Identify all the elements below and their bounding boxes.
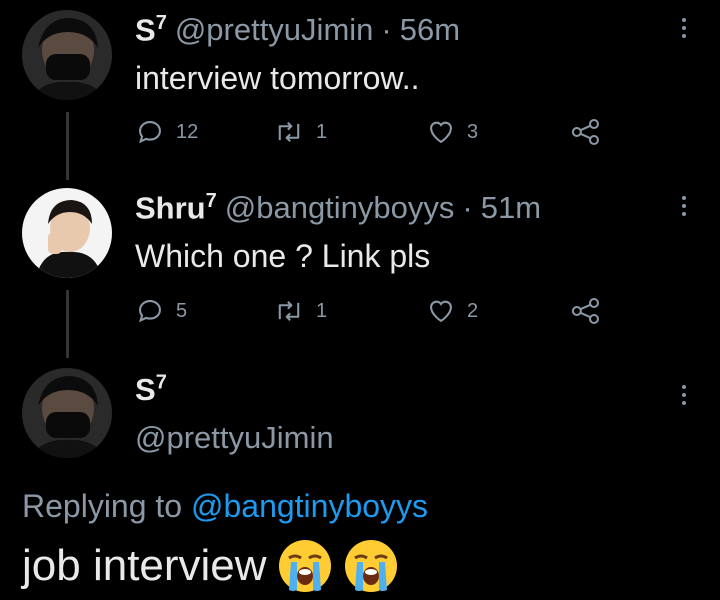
author-name[interactable]: S7	[135, 372, 167, 407]
separator-dot: ·	[381, 12, 392, 48]
avatar[interactable]	[22, 368, 112, 458]
retweet-count: 1	[316, 120, 328, 143]
author-name-text: Shru	[135, 190, 206, 226]
tweet-text: Which one ? Link pls	[135, 238, 431, 274]
like-button[interactable]: 2	[427, 297, 478, 325]
more-icon[interactable]	[682, 196, 688, 216]
focused-tweet-text: job interview	[22, 538, 399, 594]
thread-line	[66, 290, 69, 358]
replying-to-label: Replying to	[22, 488, 183, 524]
like-icon	[430, 121, 452, 144]
like-count: 2	[467, 299, 479, 322]
reply-count: 12	[176, 120, 199, 143]
retweet-icon	[278, 301, 300, 321]
retweet-button[interactable]: 1	[274, 118, 327, 146]
share-button[interactable]	[570, 297, 602, 325]
reply-icon	[139, 300, 161, 323]
author-name-superscript: 7	[155, 372, 167, 394]
author-handle[interactable]: @prettyuJimin	[175, 12, 374, 48]
avatar-image	[22, 10, 112, 100]
focused-text: job interview	[22, 541, 267, 590]
author-handle[interactable]: @prettyuJimin	[135, 420, 334, 456]
timestamp[interactable]: 56m	[400, 12, 460, 48]
avatar[interactable]	[22, 10, 112, 100]
retweet-count: 1	[316, 299, 328, 322]
author-name-text: S	[135, 372, 156, 408]
timestamp[interactable]: 51m	[481, 190, 541, 226]
author-handle[interactable]: @bangtinyboyys	[225, 190, 455, 226]
reply-button[interactable]: 5	[136, 297, 187, 325]
author-name-superscript: 7	[155, 12, 167, 34]
separator-dot: ·	[462, 190, 473, 226]
more-icon[interactable]	[682, 18, 688, 38]
retweet-icon	[278, 122, 300, 142]
replying-to-mention[interactable]: @bangtinyboyys	[191, 488, 428, 524]
author-name-superscript: 7	[205, 190, 217, 212]
author-name-text: S	[135, 12, 156, 48]
reply-button[interactable]: 12	[136, 118, 198, 146]
like-count: 3	[467, 120, 479, 143]
loudly-crying-face-emoji	[278, 540, 331, 592]
replying-to: Replying to @bangtinyboyys	[22, 488, 428, 525]
avatar-image	[22, 368, 112, 458]
share-icon	[571, 297, 600, 325]
author-name[interactable]: S7	[135, 12, 167, 48]
loudly-crying-face-emoji	[344, 540, 397, 592]
share-icon	[571, 118, 600, 146]
author-name[interactable]: Shru7	[135, 190, 217, 226]
like-button[interactable]: 3	[427, 118, 478, 146]
more-icon[interactable]	[682, 385, 688, 405]
reply-count: 5	[176, 299, 188, 322]
avatar[interactable]	[22, 188, 112, 278]
reply-icon	[139, 121, 161, 144]
retweet-button[interactable]: 1	[274, 297, 327, 325]
tweet-text: interview tomorrow..	[135, 60, 420, 96]
like-icon	[430, 300, 452, 323]
share-button[interactable]	[570, 118, 602, 146]
thread-line	[66, 112, 69, 180]
avatar-image	[22, 188, 112, 278]
